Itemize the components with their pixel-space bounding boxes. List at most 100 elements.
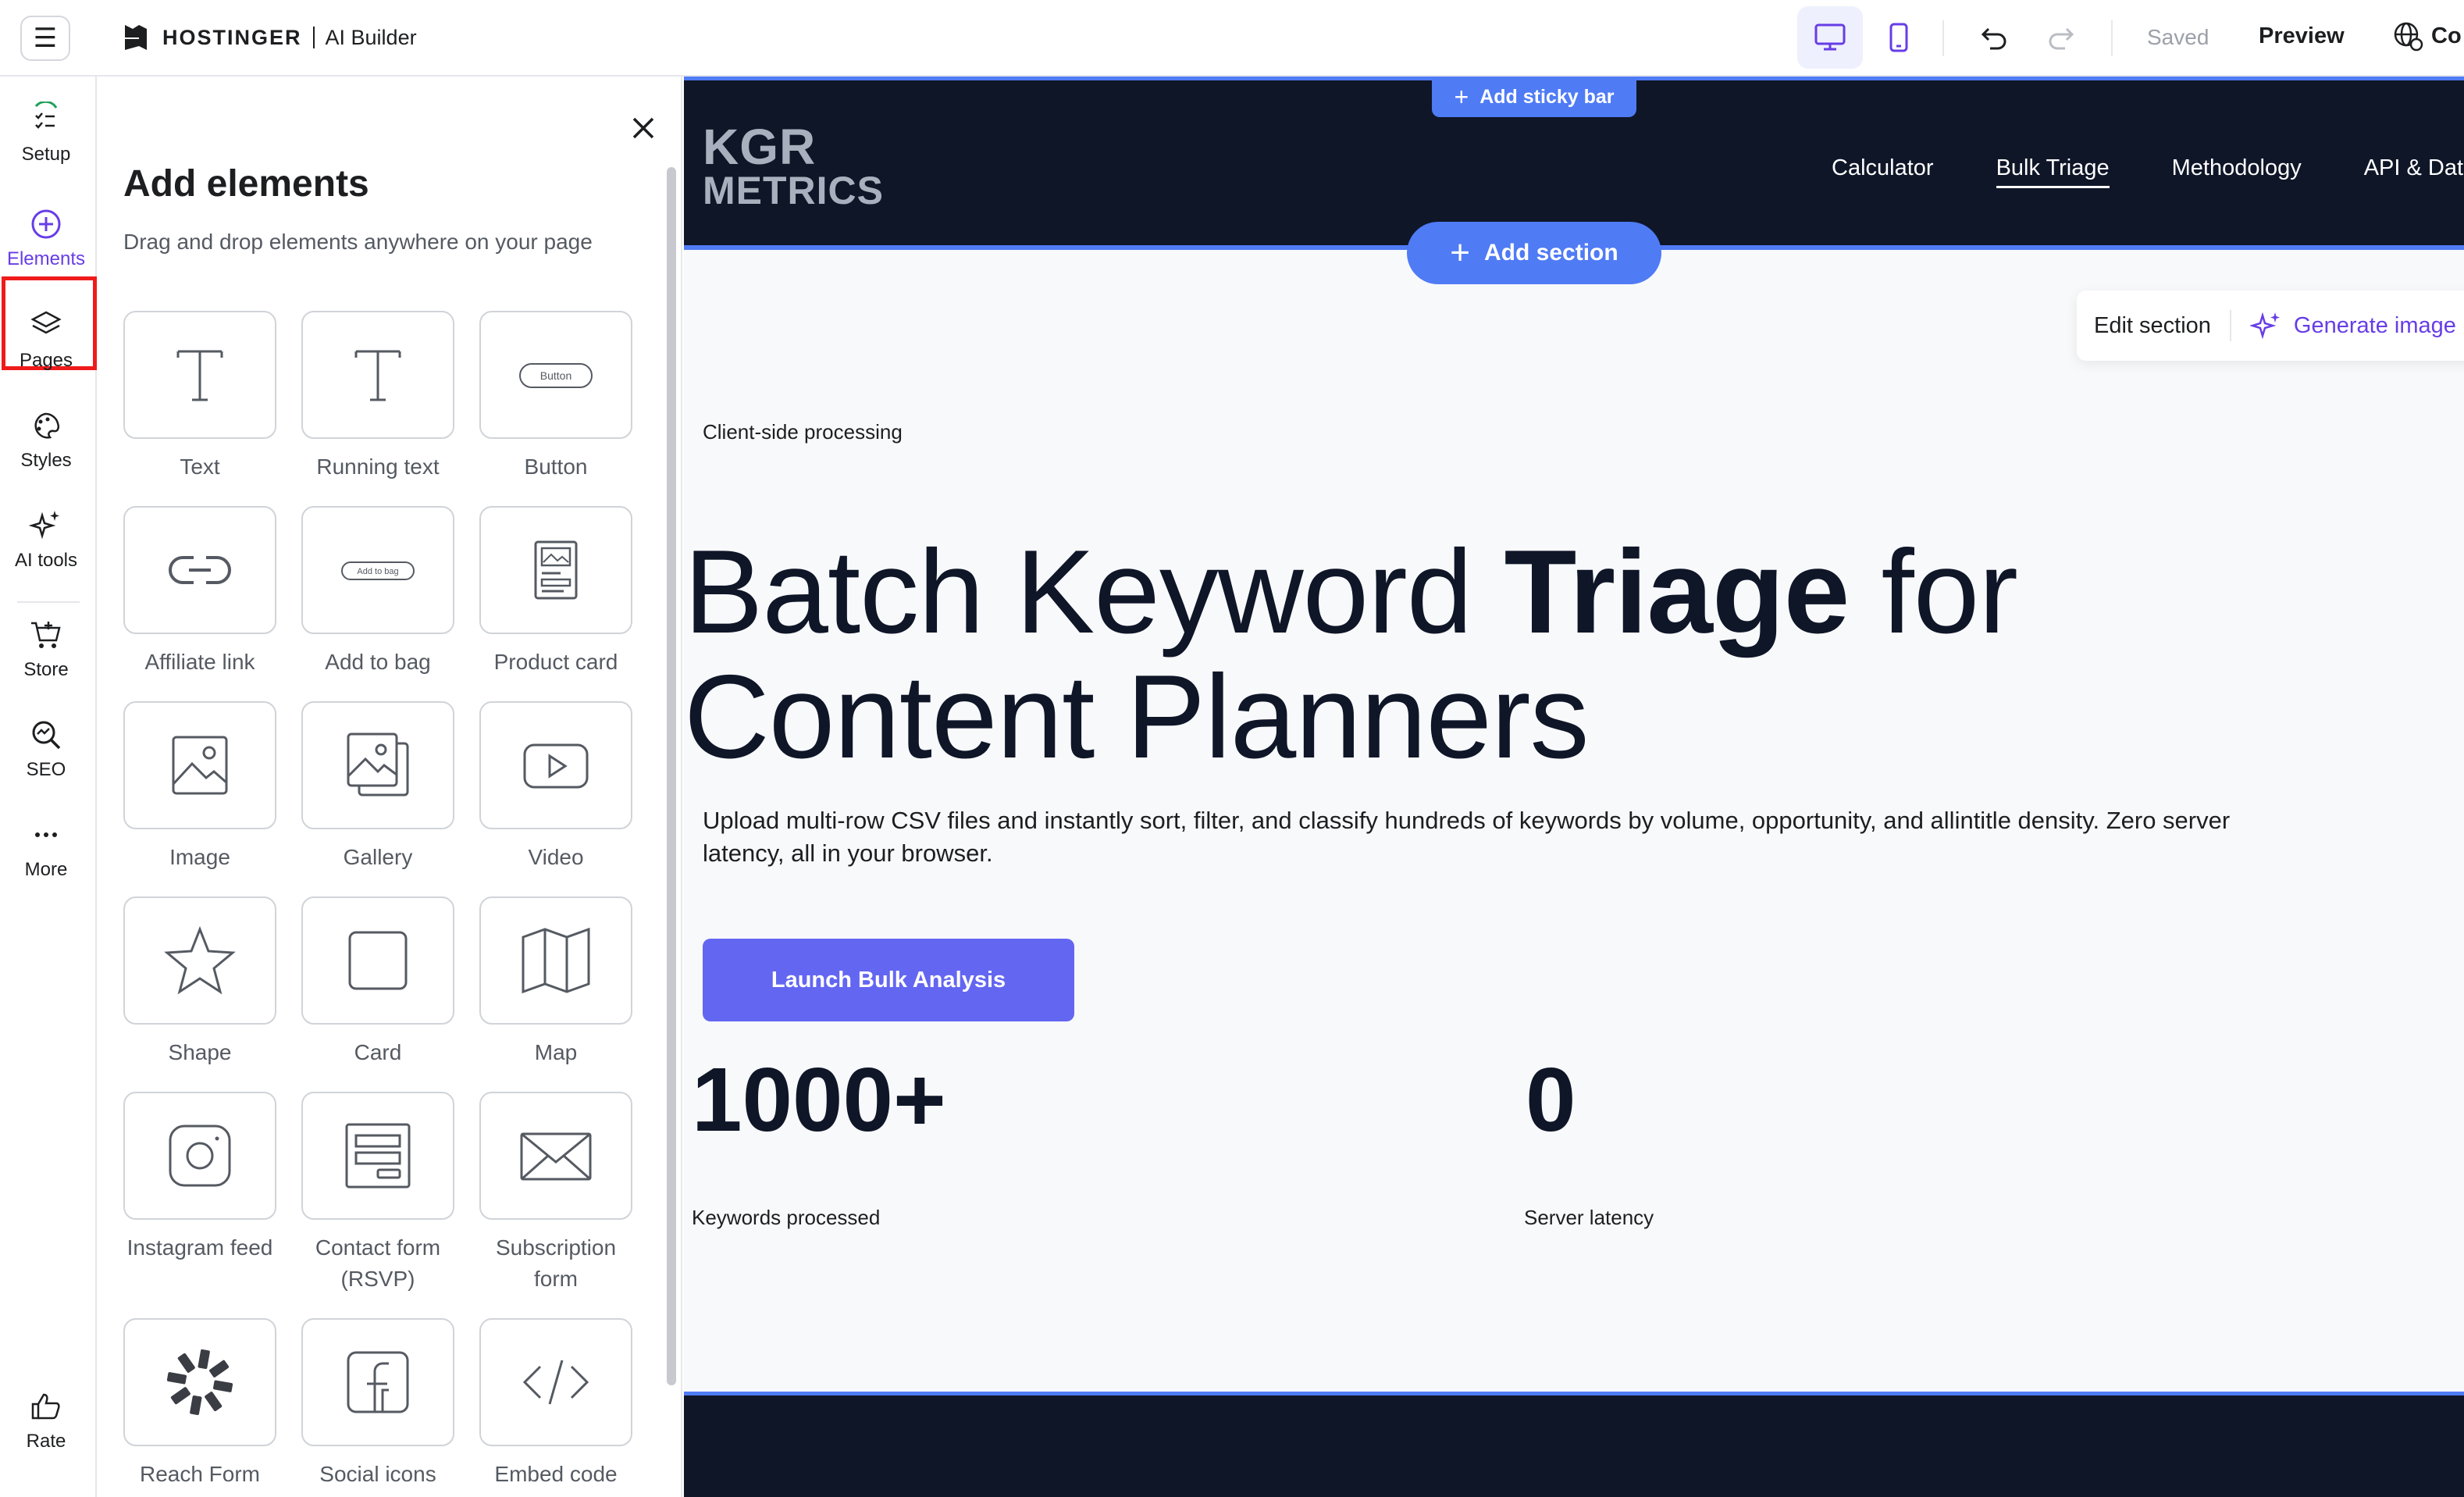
hero-eyebrow[interactable]: Client-side processing [703,420,903,444]
tile-label: Shape [168,1040,232,1064]
generate-image-button[interactable]: Generate image [2249,309,2456,342]
tile-label: Gallery [343,845,413,869]
edit-section-button[interactable]: Edit section [2094,313,2211,339]
connect-domain-button[interactable]: Co [2392,20,2462,52]
hamburger-menu-button[interactable]: ☰ [20,16,70,61]
reach-form-icon [166,1349,233,1416]
element-tile-map[interactable]: Map [479,896,632,1068]
left-rail: Setup Elements Pages Styles AI tools Sto… [0,77,97,1497]
rail-item-setup[interactable]: Setup [0,102,92,166]
tile-label: Reach Form [139,1462,261,1486]
nav-link-bulk-triage[interactable]: Bulk Triage [1996,155,2110,188]
next-section[interactable] [684,1392,2464,1497]
element-tile-reach-form[interactable]: Reach Form [123,1318,276,1490]
add-sticky-bar-button[interactable]: + Add sticky bar [1432,77,1636,117]
palette-icon [34,412,60,439]
code-icon [522,1360,589,1405]
element-tile-text[interactable]: Text [123,311,276,483]
button-icon: Button [519,363,593,388]
logo-line-2: METRICS [703,169,884,212]
rail-label-more: More [24,859,68,880]
element-tile-contact-form[interactable]: Contact form (RSVP) [301,1092,454,1295]
element-tile-running-text[interactable]: Running text [301,311,454,483]
rail-item-styles[interactable]: Styles [0,408,92,472]
element-tile-add-to-bag[interactable]: Add to bag Add to bag [301,506,454,678]
element-tile-affiliate-link[interactable]: Affiliate link [123,506,276,678]
element-tile-shape[interactable]: Shape [123,896,276,1068]
hero-title[interactable]: Batch Keyword Triage for Content Planner… [684,529,2402,779]
element-tile-video[interactable]: Video [479,701,632,873]
hero-description[interactable]: Upload multi-row CSV files and instantly… [703,804,2311,870]
tile-label: Embed code [494,1462,618,1486]
preview-button[interactable]: Preview [2259,23,2345,49]
rail-item-seo[interactable]: SEO [0,717,92,781]
editor-canvas[interactable]: KGR METRICS Calculator Bulk Triage Metho… [684,77,2464,1497]
tile-label: Contact form (RSVP) [315,1235,441,1291]
rail-item-pages[interactable]: Pages [0,308,92,372]
gallery-icon [347,732,409,797]
stat-label-keywords[interactable]: Keywords processed [692,1206,880,1230]
element-tile-gallery[interactable]: Gallery [301,701,454,873]
nav-link-methodology[interactable]: Methodology [2172,155,2302,188]
card-icon [348,931,408,990]
element-tile-image[interactable]: Image [123,701,276,873]
close-icon [632,117,654,139]
launch-bulk-analysis-button[interactable]: Launch Bulk Analysis [703,939,1074,1021]
saved-status: Saved [2147,25,2209,49]
tile-box [479,701,632,829]
text-icon [176,350,223,401]
video-icon [523,743,589,789]
element-tile-product-card[interactable]: Product card [479,506,632,678]
connect-label: Co [2431,23,2462,48]
plus-icon: + [1454,82,1469,111]
section-toolbar: Edit section Generate image [2077,290,2464,361]
desktop-view-button[interactable] [1797,6,1863,69]
stat-value-keywords[interactable]: 1000+ [692,1045,946,1154]
image-icon [172,736,228,795]
rail-item-more[interactable]: More [0,817,92,881]
close-panel-button[interactable] [620,105,667,151]
element-tile-subscription-form[interactable]: Subscription form [479,1092,632,1295]
tile-label: Video [528,845,584,869]
add-circle-icon [31,209,61,239]
panel-scrollbar[interactable] [667,167,676,1385]
rail-divider [17,601,80,603]
add-section-button[interactable]: + Add section [1407,222,1661,284]
tile-box [123,1318,276,1446]
nav-link-calculator[interactable]: Calculator [1832,155,1934,188]
tile-box [479,1318,632,1446]
rail-item-rate[interactable]: Rate [0,1388,92,1452]
toolbar-divider [1942,20,1944,56]
hero-title-bold: Triage [1504,526,1850,658]
hamburger-icon: ☰ [33,23,58,53]
element-tile-social-icons[interactable]: Social icons [301,1318,454,1490]
brand-subtitle: AI Builder [325,25,417,49]
tile-box: Add to bag [301,506,454,634]
rail-label-elements: Elements [6,248,86,269]
stat-label-latency[interactable]: Server latency [1524,1206,1654,1230]
tile-label: Product card [493,650,618,674]
element-tile-instagram-feed[interactable]: Instagram feed [123,1092,276,1264]
tile-box [479,506,632,634]
rail-item-ai-tools[interactable]: AI tools [0,508,92,572]
plus-icon: + [1450,233,1470,272]
undo-button[interactable] [1975,19,2014,58]
element-tile-card[interactable]: Card [301,896,454,1068]
brand-name: HOSTINGER [162,25,302,49]
element-tile-button[interactable]: Button Button [479,311,632,483]
rail-item-store[interactable]: Store [0,617,92,681]
tile-label: Image [169,845,230,869]
redo-button[interactable] [2041,19,2080,58]
site-logo[interactable]: KGR METRICS [703,122,884,212]
element-tile-embed-code[interactable]: Embed code [479,1318,632,1490]
nav-link-api-data[interactable]: API & Data [2364,155,2464,188]
tile-box [301,1092,454,1220]
tile-box [123,311,276,439]
stat-value-latency[interactable]: 0 [1526,1045,1576,1154]
brand: HOSTINGER AI Builder [120,22,417,53]
site-nav: Calculator Bulk Triage Methodology API &… [1832,155,2464,188]
panel-title: Add elements [123,163,369,205]
rail-item-elements[interactable]: Elements [0,206,92,270]
mobile-view-button[interactable] [1866,6,1932,69]
tile-box [123,506,276,634]
